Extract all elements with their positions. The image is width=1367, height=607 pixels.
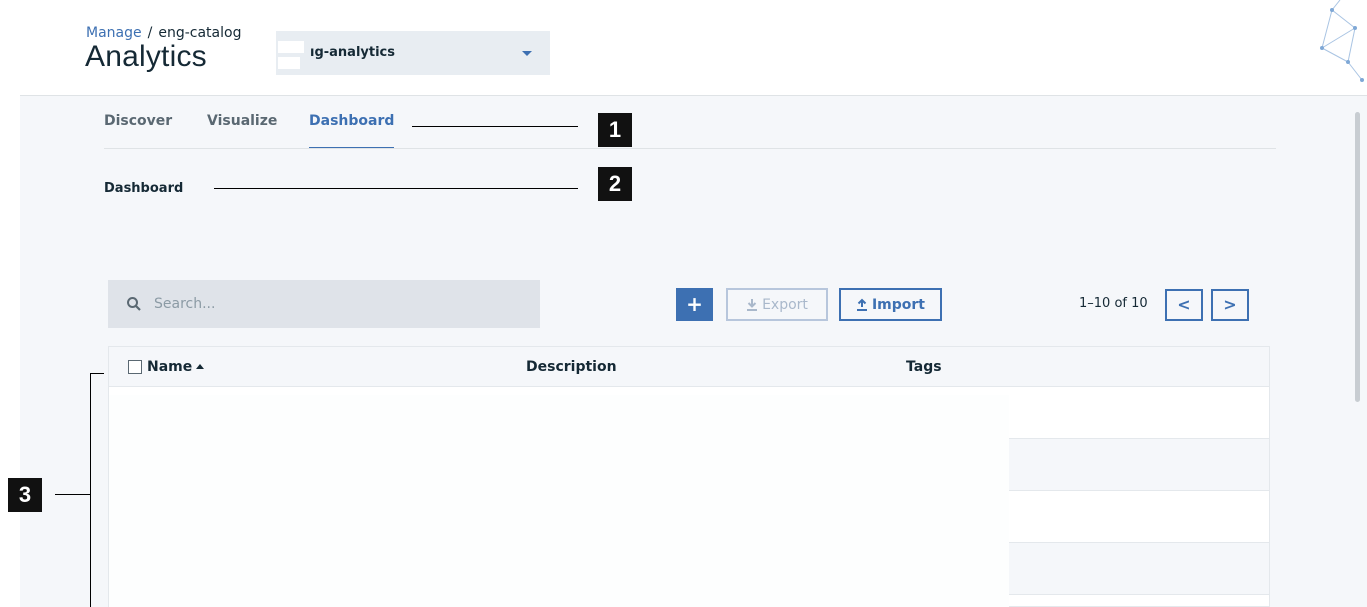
callout-3-bracket-top [90,373,104,374]
callout-1-line [412,126,578,127]
redacted-block [109,395,1009,607]
space-dropdown-value: ıg-analytics [310,45,396,60]
add-dashboard-button[interactable]: + [676,288,713,321]
breadcrumb-separator: / [147,25,153,41]
chevron-down-icon [522,51,532,56]
redacted-block [278,57,300,69]
breadcrumb-manage-link[interactable]: Manage [86,25,142,41]
callout-3-marker: 3 [8,478,42,512]
tab-discover[interactable]: Discover [104,113,172,149]
upload-icon [856,298,867,311]
tab-divider [104,148,1276,149]
tab-visualize[interactable]: Visualize [207,113,277,149]
table-header: Name Description Tags [109,347,1269,387]
column-header-name[interactable]: Name [147,359,205,375]
import-button[interactable]: Import [839,288,942,321]
export-button-label: Export [762,296,808,313]
dashboard-table: Name Description Tags [108,346,1270,607]
page-title: Analytics [85,40,207,73]
column-header-tags[interactable]: Tags [906,359,942,375]
breadcrumb: Manage / eng-catalog [86,25,241,41]
search-placeholder: Search... [154,296,216,312]
next-page-button[interactable]: > [1211,289,1249,321]
column-header-description[interactable]: Description [526,359,617,375]
search-icon [127,297,141,311]
tab-dashboard[interactable]: Dashboard [309,113,395,149]
previous-page-button[interactable]: < [1165,289,1203,321]
callout-2-line [214,188,578,189]
callout-3-bracket [90,373,91,607]
breadcrumb-current: eng-catalog [158,25,242,41]
download-icon [747,299,758,311]
network-graphic-icon [1320,0,1364,82]
callout-1-marker: 1 [598,113,632,147]
callout-2-marker: 2 [598,167,632,201]
section-title: Dashboard [104,181,184,196]
space-dropdown[interactable]: ıg-analytics [276,31,550,75]
export-button[interactable]: Export [726,288,828,321]
column-header-name-label: Name [147,359,193,375]
search-input[interactable]: Search... [108,280,540,328]
pagination-range: 1–10 of 10 [1079,296,1148,311]
import-button-label: Import [871,296,926,313]
redacted-block [278,41,304,53]
sort-ascending-icon [196,364,205,369]
scrollbar[interactable] [1355,112,1360,402]
callout-3-line [55,494,90,495]
select-all-checkbox[interactable] [128,360,142,374]
